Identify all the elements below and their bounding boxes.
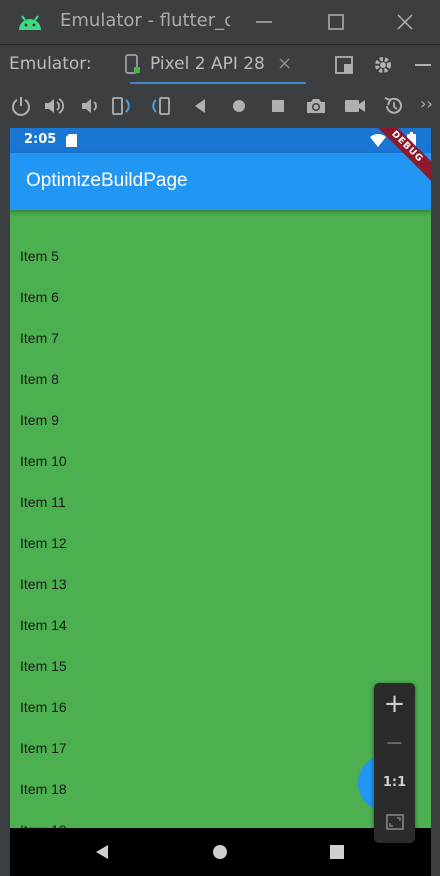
more-icon[interactable]: ›› [420, 94, 433, 113]
list-item[interactable]: Item 6 [10, 277, 431, 318]
zoom-panel: + − 1:1 [374, 683, 415, 843]
emulator-label: Emulator: [9, 54, 92, 74]
zoom-in-button[interactable]: + [374, 685, 415, 723]
volume-up-icon[interactable] [42, 94, 66, 118]
window-title: Emulator - flutter_c [60, 10, 230, 31]
overview-icon[interactable] [266, 94, 290, 118]
emulator-tabs-bar: Emulator: Pixel 2 API 28 × [0, 44, 440, 85]
rotate-left-icon[interactable] [110, 94, 134, 118]
minimize-icon[interactable] [250, 8, 278, 36]
zoom-out-button[interactable]: − [374, 725, 415, 763]
status-bar: 2:05 [10, 128, 431, 153]
list-item[interactable]: Item 7 [10, 318, 431, 359]
list-item[interactable]: Item 11 [10, 482, 431, 523]
rotate-right-icon[interactable] [148, 94, 172, 118]
navigation-bar [10, 828, 431, 876]
tab-pixel-2[interactable]: Pixel 2 API 28 × [117, 45, 306, 85]
home-icon[interactable] [227, 94, 251, 118]
nav-back-icon[interactable] [92, 842, 112, 862]
list-item[interactable]: Item 9 [10, 400, 431, 441]
window-titlebar: Emulator - flutter_c [0, 0, 440, 44]
snapshot-icon[interactable] [382, 94, 406, 118]
screen-record-icon[interactable] [343, 94, 367, 118]
device-screen[interactable]: 2:05 OptimizeBuildPage DEBUG Item 5 Item … [10, 128, 431, 876]
nav-home-icon[interactable] [210, 842, 230, 862]
actual-size-button[interactable]: 1:1 [374, 764, 415, 802]
android-icon [19, 15, 41, 30]
volume-down-icon[interactable] [77, 94, 101, 118]
item-list: Item 5 Item 6 Item 7 Item 8 Item 9 Item 10 Ite… [10, 236, 431, 851]
list-item[interactable]: Item 13 [10, 564, 431, 605]
app-title: OptimizeBuildPage [26, 170, 188, 191]
hide-panel-icon[interactable] [412, 54, 434, 76]
back-icon[interactable] [188, 94, 212, 118]
list-item[interactable]: Item 15 [10, 646, 431, 687]
gear-icon[interactable] [372, 54, 394, 76]
fit-screen-icon[interactable] [385, 812, 405, 832]
list-item[interactable]: Item 12 [10, 523, 431, 564]
nav-overview-icon[interactable] [327, 842, 347, 862]
close-icon[interactable] [391, 8, 419, 36]
maximize-icon[interactable] [322, 8, 350, 36]
screenshot-icon[interactable] [304, 94, 328, 118]
list-item[interactable]: Item 14 [10, 605, 431, 646]
device-icon [125, 54, 140, 74]
list-item[interactable]: Item 8 [10, 359, 431, 400]
sd-card-icon [66, 134, 77, 147]
list-item[interactable]: Item 5 [10, 236, 431, 277]
emulator-toolbar: ›› [0, 84, 440, 128]
tab-close-button[interactable]: × [277, 53, 292, 74]
tab-label: Pixel 2 API 28 [150, 54, 265, 74]
wifi-icon [370, 133, 386, 147]
power-icon[interactable] [9, 94, 33, 118]
app-bar: OptimizeBuildPage [10, 153, 431, 210]
status-time: 2:05 [24, 132, 57, 147]
list-item[interactable]: Item 16 [10, 687, 431, 728]
list-item[interactable]: Item 10 [10, 441, 431, 482]
layout-icon[interactable] [334, 55, 354, 75]
